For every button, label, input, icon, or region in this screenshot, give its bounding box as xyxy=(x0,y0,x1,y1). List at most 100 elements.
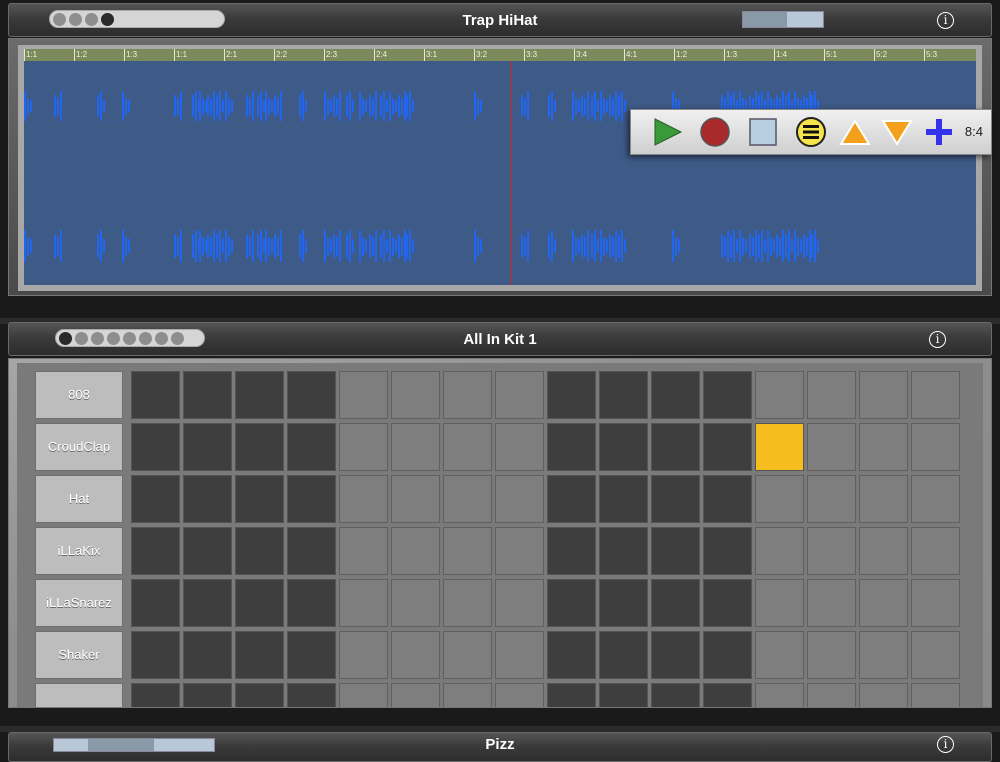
track-button[interactable] xyxy=(35,683,123,707)
step-pad[interactable] xyxy=(599,683,648,707)
volume-slider[interactable] xyxy=(742,11,824,28)
step-pad[interactable] xyxy=(339,579,388,627)
step-pad[interactable] xyxy=(235,423,284,471)
step-pad[interactable] xyxy=(183,475,232,523)
volume-slider-knob[interactable] xyxy=(743,12,787,27)
step-pad[interactable] xyxy=(599,631,648,679)
step-pad[interactable] xyxy=(651,683,700,707)
step-pad[interactable] xyxy=(755,631,804,679)
step-pad[interactable] xyxy=(755,371,804,419)
step-pad[interactable] xyxy=(131,579,180,627)
step-pad[interactable] xyxy=(755,475,804,523)
step-pad[interactable] xyxy=(339,371,388,419)
step-pad[interactable] xyxy=(859,475,908,523)
step-pad[interactable] xyxy=(911,475,960,523)
step-pad[interactable] xyxy=(183,423,232,471)
step-pad[interactable] xyxy=(651,631,700,679)
step-pad[interactable] xyxy=(547,371,596,419)
step-pad[interactable] xyxy=(443,631,492,679)
step-pad[interactable] xyxy=(131,423,180,471)
track-button[interactable]: Hat xyxy=(35,475,123,523)
stop-icon[interactable] xyxy=(747,116,779,148)
step-pad[interactable] xyxy=(807,475,856,523)
step-pad[interactable] xyxy=(287,683,336,707)
step-pad[interactable] xyxy=(287,423,336,471)
timeline-ruler[interactable]: 1:1 1:2 1:3 1:1 2:1 2:2 2:3 2:4 3:1 3:2 3:3 3:4 4:1 1… xyxy=(24,49,976,61)
step-pad[interactable] xyxy=(547,423,596,471)
step-pad[interactable] xyxy=(911,527,960,575)
step-pad[interactable] xyxy=(391,475,440,523)
step-pad[interactable] xyxy=(807,579,856,627)
step-pad[interactable] xyxy=(911,423,960,471)
step-pad[interactable] xyxy=(547,475,596,523)
track-button[interactable]: iLLaSnarez xyxy=(35,579,123,627)
arrow-up-icon[interactable] xyxy=(839,116,871,148)
step-pad[interactable] xyxy=(443,371,492,419)
step-pad[interactable] xyxy=(339,631,388,679)
step-pad[interactable] xyxy=(859,631,908,679)
track-button[interactable]: Shaker xyxy=(35,631,123,679)
step-pad[interactable] xyxy=(703,683,752,707)
step-pad[interactable] xyxy=(547,579,596,627)
track-button[interactable]: CroudClap xyxy=(35,423,123,471)
step-pad[interactable] xyxy=(651,371,700,419)
record-icon[interactable] xyxy=(699,116,731,148)
arrow-down-icon[interactable] xyxy=(881,116,913,148)
step-pad[interactable] xyxy=(807,631,856,679)
step-pad[interactable] xyxy=(599,371,648,419)
step-pad[interactable] xyxy=(651,527,700,575)
waveform-display[interactable] xyxy=(24,61,976,285)
step-pad[interactable] xyxy=(495,371,544,419)
step-pad[interactable] xyxy=(495,579,544,627)
step-pad[interactable] xyxy=(495,527,544,575)
step-pad[interactable] xyxy=(391,423,440,471)
step-pad[interactable] xyxy=(339,527,388,575)
step-pad[interactable] xyxy=(651,423,700,471)
step-pad[interactable] xyxy=(131,371,180,419)
step-pad[interactable] xyxy=(339,475,388,523)
step-pad[interactable] xyxy=(495,475,544,523)
step-pad[interactable] xyxy=(235,371,284,419)
step-pad[interactable] xyxy=(807,527,856,575)
track-button[interactable]: iLLaKix xyxy=(35,527,123,575)
step-pad[interactable] xyxy=(599,423,648,471)
step-pad[interactable] xyxy=(911,579,960,627)
step-pad[interactable] xyxy=(911,683,960,707)
step-pad[interactable] xyxy=(703,371,752,419)
step-pad[interactable] xyxy=(391,527,440,575)
step-pad[interactable] xyxy=(235,683,284,707)
step-pad[interactable] xyxy=(755,527,804,575)
step-pad[interactable] xyxy=(755,683,804,707)
step-pad[interactable] xyxy=(287,527,336,575)
step-pad[interactable] xyxy=(235,527,284,575)
step-pad[interactable] xyxy=(703,527,752,575)
step-pad[interactable] xyxy=(443,683,492,707)
step-pad[interactable] xyxy=(859,371,908,419)
step-pad[interactable] xyxy=(807,683,856,707)
step-pad[interactable] xyxy=(287,371,336,419)
step-pad[interactable] xyxy=(755,579,804,627)
track-button[interactable]: 808 xyxy=(35,371,123,419)
step-pad[interactable] xyxy=(495,683,544,707)
step-pad[interactable] xyxy=(547,683,596,707)
step-pad[interactable] xyxy=(443,475,492,523)
step-pad[interactable] xyxy=(131,475,180,523)
step-pad[interactable] xyxy=(183,683,232,707)
plus-icon[interactable] xyxy=(923,116,955,148)
playhead[interactable] xyxy=(511,61,512,285)
step-pad[interactable] xyxy=(443,527,492,575)
step-pad[interactable] xyxy=(651,579,700,627)
step-pad[interactable] xyxy=(131,527,180,575)
step-pad[interactable] xyxy=(183,579,232,627)
step-pad[interactable] xyxy=(859,579,908,627)
step-pad[interactable] xyxy=(183,371,232,419)
step-pad[interactable] xyxy=(391,631,440,679)
step-pad[interactable] xyxy=(235,475,284,523)
step-pad[interactable] xyxy=(391,371,440,419)
step-pad[interactable] xyxy=(287,631,336,679)
step-pad[interactable] xyxy=(807,423,856,471)
step-pad-active[interactable] xyxy=(755,423,804,471)
step-pad[interactable] xyxy=(495,423,544,471)
step-pad[interactable] xyxy=(287,579,336,627)
step-pad[interactable] xyxy=(443,579,492,627)
